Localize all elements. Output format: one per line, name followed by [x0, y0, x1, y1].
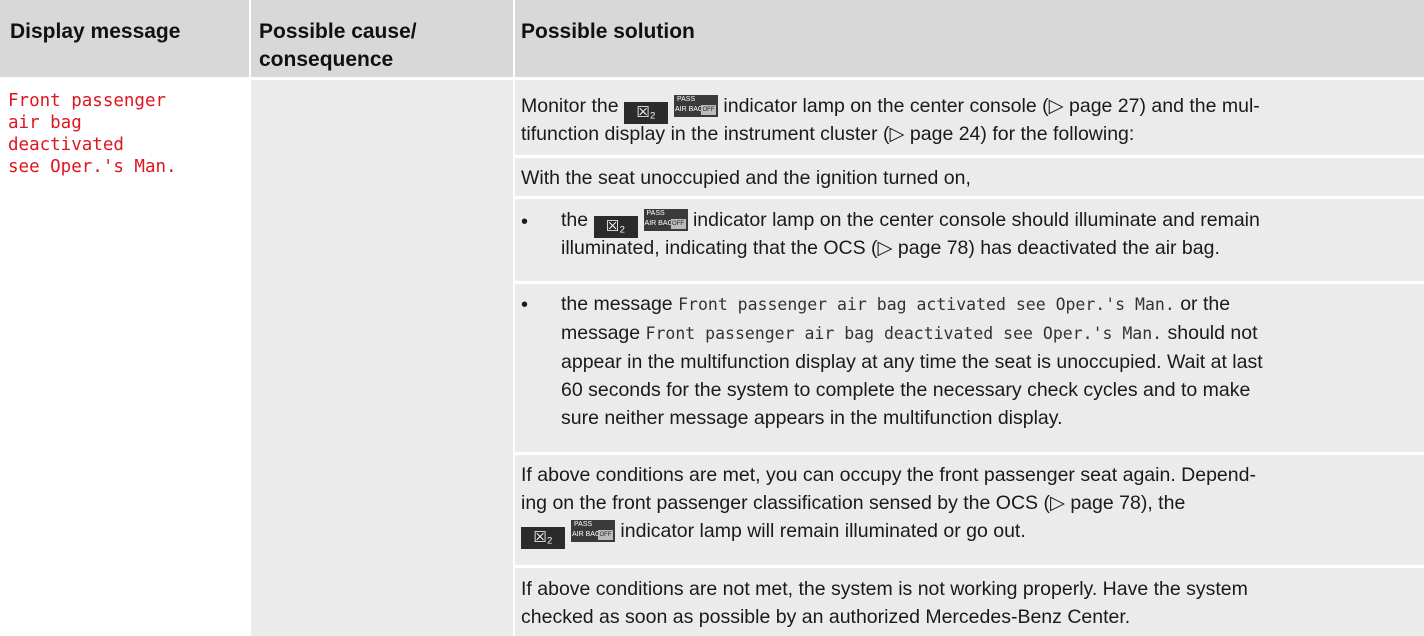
solution-paragraph-3: If above conditions are met, you can occ…	[521, 461, 1411, 549]
row-divider	[515, 281, 1424, 284]
manual-page: Display message Possible cause/ conseque…	[0, 0, 1424, 636]
solution-paragraph-4: If above conditions are not met, the sys…	[521, 578, 1248, 628]
pass-air-bag-off-icon: PASS AIR BAG OFF	[571, 520, 615, 542]
message-activated-text: Front passenger air bag activated see Op…	[678, 295, 1175, 314]
header-possible-cause-line1: Possible cause/	[259, 20, 417, 43]
bullet-item-1: the ☒₂ PASS AIR BAG OFF indicator lamp on t…	[561, 209, 1260, 259]
bullet-marker: •	[521, 294, 529, 316]
display-message-text: Front passenger air bag deactivated see …	[8, 90, 244, 178]
indicator-lamp-icons: ☒₂ PASS AIR BAG OFF	[521, 520, 615, 549]
column-divider	[249, 0, 251, 636]
row-divider	[515, 565, 1424, 568]
header-cell-possible-solution: Possible solution	[513, 0, 1424, 77]
header-cell-possible-cause: Possible cause/ consequence	[249, 0, 513, 77]
column-divider	[513, 0, 515, 636]
solution-paragraph-2: With the seat unoccupied and the ignitio…	[521, 167, 971, 189]
header-display-message: Display message	[10, 20, 181, 43]
indicator-lamp-icons: ☒₂ PASS AIR BAG OFF	[593, 209, 688, 238]
row-divider	[515, 155, 1424, 158]
possible-cause-cell	[249, 80, 513, 636]
airbag-person-icon: ☒₂	[521, 527, 565, 549]
bullet-item-2: the message Front passenger air bag acti…	[561, 293, 1263, 429]
bullet-marker: •	[521, 211, 529, 233]
display-message-line: air bag	[8, 113, 82, 133]
display-message-line: Front passenger	[8, 91, 167, 111]
header-possible-solution: Possible solution	[521, 20, 695, 43]
pass-air-bag-off-icon: PASS AIR BAG OFF	[643, 209, 688, 231]
header-possible-cause: Possible cause/ consequence	[259, 18, 417, 74]
message-deactivated-text: Front passenger air bag deactivated see …	[645, 324, 1163, 343]
header-cell-display-message: Display message	[0, 0, 249, 77]
display-message-line: see Oper.'s Man.	[8, 157, 177, 177]
display-message-line: deactivated	[8, 135, 124, 155]
row-divider	[515, 196, 1424, 199]
pass-air-bag-off-icon: PASS AIR BAG OFF	[673, 95, 718, 117]
header-possible-cause-line2: consequence	[259, 48, 394, 71]
indicator-lamp-icons: ☒₂ PASS AIR BAG OFF	[623, 95, 718, 124]
solution-paragraph-1: Monitor the ☒₂ PASS AIR BAG OFF indicator l…	[521, 95, 1260, 145]
row-divider	[515, 452, 1424, 455]
